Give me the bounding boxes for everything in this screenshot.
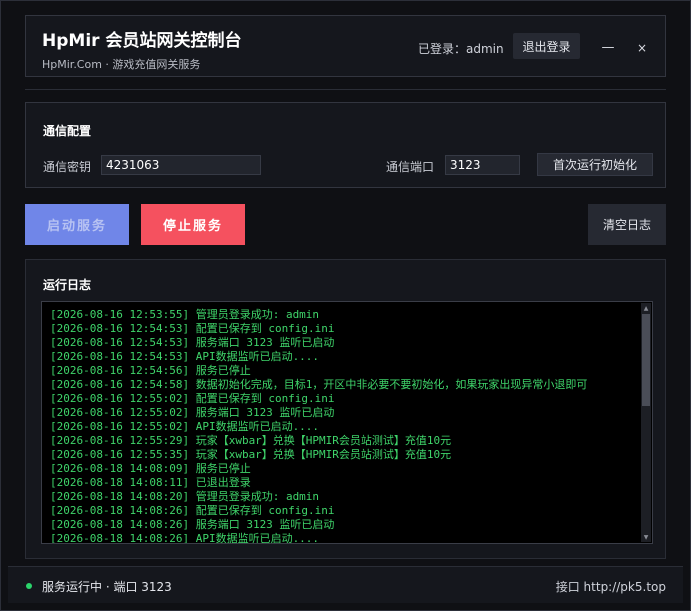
- log-line: [2026-08-16 12:54:53] 服务端口 3123 监听已启动: [50, 336, 335, 349]
- app-title: HpMir 会员站网关控制台: [42, 31, 242, 51]
- log-line: [2026-08-16 12:55:02] 配置已保存到 config.ini: [50, 392, 335, 405]
- log-scrollbar[interactable]: ▲ ▼: [641, 303, 651, 542]
- scroll-thumb[interactable]: [642, 314, 650, 406]
- header-divider: [25, 89, 666, 90]
- key-label: 通信密钥: [43, 160, 92, 174]
- log-line: [2026-08-18 14:08:20] 管理员登录成功: admin: [50, 490, 320, 503]
- log-line: [2026-08-16 12:54:53] API数据监听已启动....: [50, 350, 320, 363]
- log-section-title: 运行日志: [43, 278, 92, 292]
- log-line: [2026-08-16 12:55:02] 服务端口 3123 监听已启动: [50, 406, 335, 419]
- port-input[interactable]: [445, 155, 520, 175]
- scroll-down-icon[interactable]: ▼: [641, 532, 651, 542]
- service-status-text: 服务运行中 · 端口 3123: [42, 580, 172, 594]
- clear-log-button[interactable]: 清空日志: [588, 204, 666, 245]
- log-output[interactable]: [2026-08-16 12:53:55] 管理员登录成功: admin [20…: [41, 301, 653, 544]
- log-line: [2026-08-16 12:54:58] 数据初始化完成，目标1，开区中非必要…: [50, 378, 588, 391]
- log-line: [2026-08-16 12:53:55] 管理员登录成功: admin: [50, 308, 320, 321]
- init-button[interactable]: 首次运行初始化: [537, 153, 653, 176]
- port-label: 通信端口: [386, 160, 435, 174]
- log-panel: 运行日志 [2026-08-16 12:53:55] 管理员登录成功: admi…: [25, 259, 666, 559]
- stop-service-button[interactable]: 停止服务: [141, 204, 245, 245]
- login-status: 已登录：admin: [418, 42, 504, 56]
- app-subtitle: HpMir.Com · 游戏充值网关服务: [42, 58, 201, 71]
- log-line: [2026-08-18 14:08:26] 配置已保存到 config.ini: [50, 504, 335, 517]
- start-service-button[interactable]: 启动服务: [25, 204, 129, 245]
- log-line: [2026-08-18 14:08:09] 服务已停止: [50, 462, 251, 475]
- log-line: [2026-08-18 14:08:11] 已退出登录: [50, 476, 251, 489]
- status-indicator-icon: [26, 583, 32, 589]
- status-bar: 服务运行中 · 端口 3123 接口 http://pk5.top: [8, 566, 683, 603]
- logout-button[interactable]: 退出登录: [513, 33, 580, 59]
- log-line: [2026-08-18 14:08:26] 服务端口 3123 监听已启动: [50, 518, 335, 531]
- minimize-button[interactable]: —: [597, 36, 619, 58]
- config-section-title: 通信配置: [43, 124, 92, 138]
- scroll-up-icon[interactable]: ▲: [641, 303, 651, 313]
- log-line: [2026-08-16 12:55:35] 玩家【xwbar】兑换【HPMIR会…: [50, 448, 452, 461]
- log-line: [2026-08-16 12:55:02] API数据监听已启动....: [50, 420, 320, 433]
- log-line: [2026-08-16 12:54:56] 服务已停止: [50, 364, 251, 377]
- key-input[interactable]: [101, 155, 261, 175]
- log-lines: [2026-08-16 12:53:55] 管理员登录成功: admin [20…: [50, 308, 640, 544]
- api-endpoint-text: 接口 http://pk5.top: [555, 580, 666, 594]
- log-line: [2026-08-18 14:08:26] API数据监听已启动....: [50, 532, 320, 544]
- log-line: [2026-08-16 12:54:53] 配置已保存到 config.ini: [50, 322, 335, 335]
- log-line: [2026-08-16 12:55:29] 玩家【xwbar】兑换【HPMIR会…: [50, 434, 452, 447]
- close-button[interactable]: ×: [631, 37, 653, 59]
- config-panel: 通信配置 通信密钥 通信端口 首次运行初始化: [25, 102, 666, 188]
- header-panel: HpMir 会员站网关控制台 HpMir.Com · 游戏充值网关服务 已登录：…: [25, 15, 666, 77]
